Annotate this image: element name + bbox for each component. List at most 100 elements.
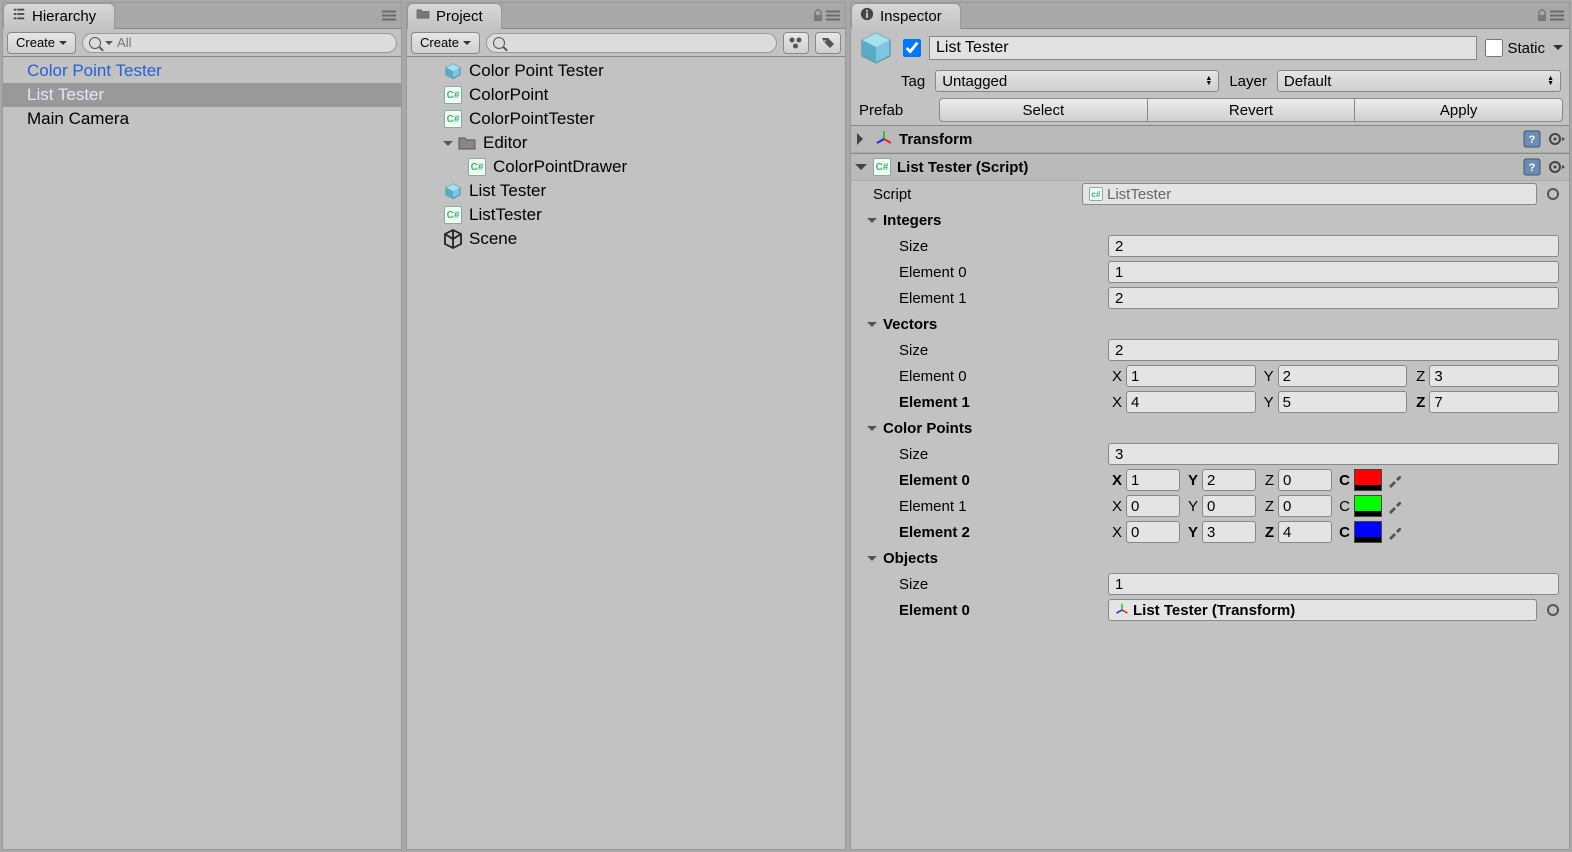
project-tree: Color Point TesterC#ColorPointC#ColorPoi… xyxy=(407,57,845,849)
gear-icon[interactable] xyxy=(1547,158,1565,176)
integer-input[interactable]: 1 xyxy=(1108,261,1559,283)
prefab-select-button[interactable]: Select xyxy=(939,98,1148,122)
project-item[interactable]: Color Point Tester xyxy=(407,59,845,83)
y-input[interactable]: 5 xyxy=(1278,391,1408,413)
hierarchy-create-button[interactable]: Create xyxy=(7,32,76,54)
tag-layer-row: Tag Untagged▲▼ Layer Default▲▼ xyxy=(851,67,1569,95)
fold-icon[interactable] xyxy=(867,322,877,332)
hierarchy-tab[interactable]: Hierarchy xyxy=(3,3,115,29)
color-swatch[interactable] xyxy=(1354,521,1382,543)
y-input[interactable]: 2 xyxy=(1202,469,1256,491)
integers-header-row[interactable]: Integers xyxy=(851,207,1569,233)
object-name-input[interactable] xyxy=(929,36,1477,60)
objects-header-row[interactable]: Objects xyxy=(851,545,1569,571)
hierarchy-item[interactable]: Main Camera xyxy=(3,107,401,131)
transform-component-header[interactable]: Transform ? xyxy=(851,125,1569,153)
colorpoints-header-row[interactable]: Color Points xyxy=(851,415,1569,441)
layer-dropdown[interactable]: Default▲▼ xyxy=(1277,70,1561,92)
filter-by-type-button[interactable] xyxy=(783,32,809,54)
cs-icon: C# xyxy=(443,205,463,225)
folder-icon xyxy=(457,133,477,153)
objects-size-input[interactable]: 1 xyxy=(1108,573,1559,595)
project-item[interactable]: C#ColorPointTester xyxy=(407,107,845,131)
project-item[interactable]: Scene xyxy=(407,227,845,251)
eyedropper-icon[interactable] xyxy=(1386,471,1404,489)
hierarchy-item[interactable]: List Tester xyxy=(3,83,401,107)
y-input[interactable]: 2 xyxy=(1278,365,1408,387)
project-item[interactable]: Editor xyxy=(407,131,845,155)
z-input[interactable]: 7 xyxy=(1429,391,1559,413)
fold-icon[interactable] xyxy=(867,426,877,436)
svg-text:?: ? xyxy=(1529,162,1536,174)
gear-icon[interactable] xyxy=(1547,130,1565,148)
static-toggle[interactable]: Static xyxy=(1485,39,1545,57)
lock-icon[interactable] xyxy=(811,9,825,23)
transform-icon xyxy=(875,130,893,148)
panel-menu-icon[interactable] xyxy=(1549,9,1565,22)
vectors-size-input[interactable]: 2 xyxy=(1108,339,1559,361)
eyedropper-icon[interactable] xyxy=(1386,523,1404,541)
fold-icon[interactable] xyxy=(855,164,867,176)
z-input[interactable]: 4 xyxy=(1278,521,1332,543)
z-input[interactable]: 3 xyxy=(1429,365,1559,387)
project-item[interactable]: C#ListTester xyxy=(407,203,845,227)
object-picker-icon[interactable] xyxy=(1547,604,1559,616)
integer-element-row: Element 12 xyxy=(851,285,1569,311)
panel-menu-icon[interactable] xyxy=(381,9,397,22)
project-tab[interactable]: Project xyxy=(407,3,502,29)
inspector-tab[interactable]: Inspector xyxy=(851,3,961,29)
color-swatch[interactable] xyxy=(1354,469,1382,491)
static-dropdown-icon[interactable] xyxy=(1553,45,1563,55)
project-item-label: ColorPoint xyxy=(469,85,548,105)
eyedropper-icon[interactable] xyxy=(1386,497,1404,515)
fold-icon[interactable] xyxy=(443,141,453,151)
project-item[interactable]: List Tester xyxy=(407,179,845,203)
project-create-button[interactable]: Create xyxy=(411,32,480,54)
fold-icon[interactable] xyxy=(857,133,869,145)
active-checkbox[interactable] xyxy=(903,39,921,57)
y-input[interactable]: 3 xyxy=(1202,521,1256,543)
fold-icon[interactable] xyxy=(867,218,877,228)
project-search-input[interactable] xyxy=(486,33,777,53)
script-field[interactable]: c# ListTester xyxy=(1082,183,1537,205)
integer-input[interactable]: 2 xyxy=(1108,287,1559,309)
element-label: Element 0 xyxy=(899,602,1104,619)
help-icon[interactable]: ? xyxy=(1523,158,1541,176)
x-input[interactable]: 0 xyxy=(1126,521,1180,543)
tag-dropdown[interactable]: Untagged▲▼ xyxy=(935,70,1219,92)
colorpoints-size-input[interactable]: 3 xyxy=(1108,443,1559,465)
colorpoints-size-row: Size 3 xyxy=(851,441,1569,467)
project-toolbar: Create xyxy=(407,29,845,57)
x-input[interactable]: 1 xyxy=(1126,469,1180,491)
prefab-apply-button[interactable]: Apply xyxy=(1355,98,1563,122)
object-field[interactable]: List Tester (Transform) xyxy=(1108,599,1537,621)
panel-menu-icon[interactable] xyxy=(825,9,841,22)
object-picker-icon[interactable] xyxy=(1547,188,1559,200)
project-panel: Project Create Color Point TesterC#Color… xyxy=(406,2,846,850)
listtester-component-header[interactable]: C# List Tester (Script) ? xyxy=(851,153,1569,181)
lock-icon[interactable] xyxy=(1535,9,1549,23)
y-input[interactable]: 0 xyxy=(1202,495,1256,517)
fold-icon[interactable] xyxy=(867,556,877,566)
z-input[interactable]: 0 xyxy=(1278,469,1332,491)
x-label: X xyxy=(1108,498,1122,515)
help-icon[interactable]: ? xyxy=(1523,130,1541,148)
vectors-header-row[interactable]: Vectors xyxy=(851,311,1569,337)
hierarchy-search-input[interactable]: All xyxy=(82,33,397,53)
x-input[interactable]: 0 xyxy=(1126,495,1180,517)
project-tab-label: Project xyxy=(436,8,483,25)
z-input[interactable]: 0 xyxy=(1278,495,1332,517)
project-item-label: Color Point Tester xyxy=(469,61,604,81)
x-input[interactable]: 1 xyxy=(1126,365,1256,387)
filter-by-label-button[interactable] xyxy=(815,32,841,54)
project-item[interactable]: C#ColorPoint xyxy=(407,83,845,107)
x-input[interactable]: 4 xyxy=(1126,391,1256,413)
gameobject-icon xyxy=(857,29,895,67)
prefab-revert-button[interactable]: Revert xyxy=(1148,98,1356,122)
integers-size-input[interactable]: 2 xyxy=(1108,235,1559,257)
color-swatch[interactable] xyxy=(1354,495,1382,517)
tag-label: Tag xyxy=(901,73,925,90)
hierarchy-item[interactable]: Color Point Tester xyxy=(3,59,401,83)
element-label: Element 1 xyxy=(899,394,1104,411)
project-item[interactable]: C#ColorPointDrawer xyxy=(407,155,845,179)
